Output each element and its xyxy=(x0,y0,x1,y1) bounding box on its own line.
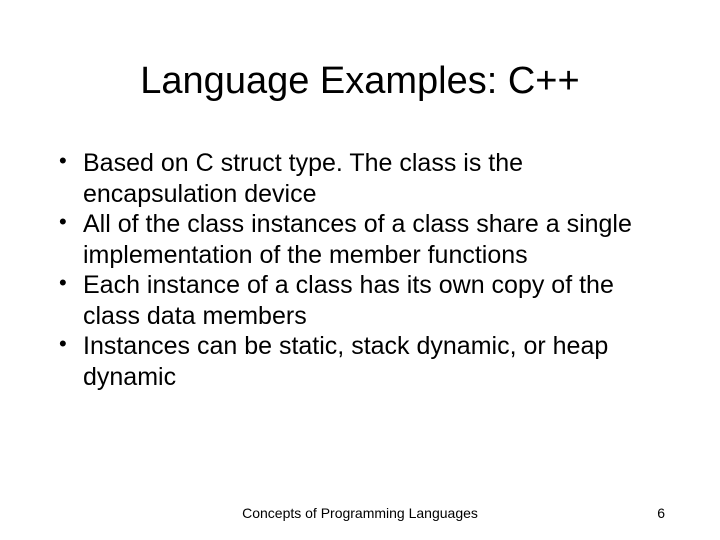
list-item: All of the class instances of a class sh… xyxy=(55,209,665,270)
list-item: Each instance of a class has its own cop… xyxy=(55,270,665,331)
footer-text: Concepts of Programming Languages xyxy=(242,505,478,521)
page-number: 6 xyxy=(657,505,665,521)
slide: Language Examples: C++ Based on C struct… xyxy=(0,0,720,540)
list-item: Instances can be static, stack dynamic, … xyxy=(55,331,665,392)
bullet-list: Based on C struct type. The class is the… xyxy=(55,148,665,392)
slide-title: Language Examples: C++ xyxy=(55,60,665,103)
list-item: Based on C struct type. The class is the… xyxy=(55,148,665,209)
